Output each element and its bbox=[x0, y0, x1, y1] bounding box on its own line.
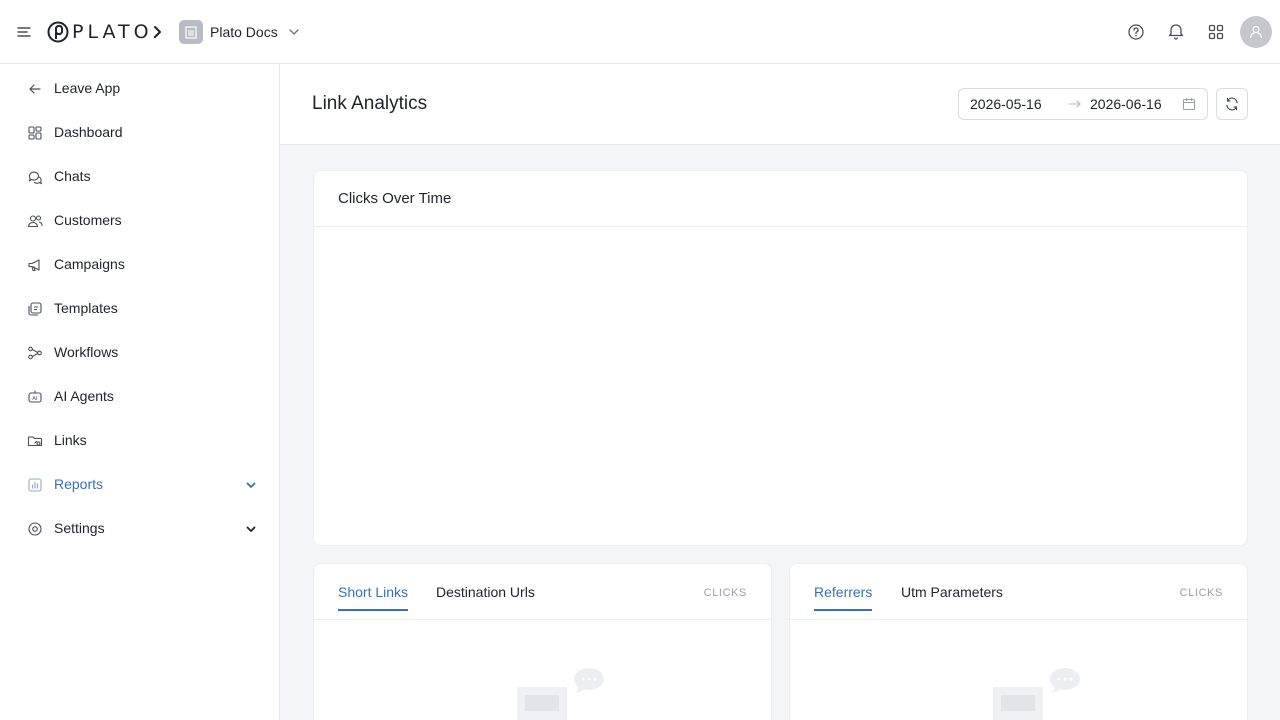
gear-icon bbox=[27, 521, 43, 537]
sidebar-item-label: Settings bbox=[54, 520, 105, 536]
workspace-building-icon bbox=[179, 20, 203, 44]
links-card: Short Links Destination Urls CLICKS bbox=[313, 563, 772, 720]
sidebar-item-workflows[interactable]: Workflows bbox=[0, 330, 279, 374]
page-title: Link Analytics bbox=[312, 93, 428, 114]
column-header-clicks: CLICKS bbox=[703, 587, 747, 599]
tab-destination-urls[interactable]: Destination Urls bbox=[436, 584, 535, 609]
sidebar-item-settings[interactable]: Settings bbox=[0, 506, 279, 550]
referrers-card: Referrers Utm Parameters CLICKS bbox=[789, 563, 1248, 720]
user-icon bbox=[1249, 25, 1263, 39]
date-range-picker[interactable]: 2026-05-16 2026-06-16 bbox=[958, 88, 1208, 120]
sidebar-item-links[interactable]: Links bbox=[0, 418, 279, 462]
tab-utm-parameters[interactable]: Utm Parameters bbox=[901, 584, 1003, 609]
sidebar-item-ai-agents[interactable]: AI AI Agents bbox=[0, 374, 279, 418]
menu-toggle-icon[interactable] bbox=[14, 22, 34, 42]
logo-text: PLATO bbox=[72, 21, 153, 43]
sidebar-item-templates[interactable]: Templates bbox=[0, 286, 279, 330]
sidebar-item-label: Links bbox=[54, 432, 87, 448]
template-icon bbox=[27, 301, 43, 317]
megaphone-icon bbox=[27, 257, 43, 273]
card-title: Clicks Over Time bbox=[338, 190, 452, 207]
ai-agent-icon: AI bbox=[27, 389, 43, 405]
workflow-icon bbox=[27, 345, 43, 361]
chart-area bbox=[314, 227, 1247, 545]
top-bar: PLATO Plato Docs bbox=[0, 0, 1280, 64]
bar-chart-icon bbox=[27, 477, 43, 493]
help-icon[interactable] bbox=[1126, 22, 1146, 42]
refresh-icon bbox=[1226, 97, 1238, 111]
sidebar-item-label: AI Agents bbox=[54, 388, 114, 404]
refresh-button[interactable] bbox=[1216, 88, 1248, 120]
date-end-input[interactable]: 2026-06-16 bbox=[1090, 96, 1162, 112]
date-start-input[interactable]: 2026-05-16 bbox=[970, 96, 1042, 112]
tab-short-links[interactable]: Short Links bbox=[338, 584, 409, 611]
arrow-right-icon bbox=[1068, 99, 1082, 109]
svg-text:AI: AI bbox=[32, 396, 38, 402]
apps-grid-icon[interactable] bbox=[1206, 22, 1226, 42]
calendar-icon[interactable] bbox=[1182, 97, 1196, 111]
empty-state-illustration bbox=[517, 667, 607, 720]
sidebar-item-campaigns[interactable]: Campaigns bbox=[0, 242, 279, 286]
sidebar-item-chats[interactable]: Chats bbox=[0, 154, 279, 198]
chat-icon bbox=[27, 169, 43, 185]
sidebar-item-label: Dashboard bbox=[54, 124, 123, 140]
plato-logo-mark-icon bbox=[47, 21, 69, 43]
divider bbox=[314, 619, 771, 620]
workspace-selector[interactable]: Plato Docs bbox=[179, 20, 300, 44]
chevron-down-icon[interactable] bbox=[245, 479, 257, 491]
chevron-down-icon[interactable] bbox=[245, 523, 257, 535]
arrow-left-icon bbox=[27, 81, 43, 97]
sidebar-item-label: Workflows bbox=[54, 344, 119, 360]
sidebar-item-label: Chats bbox=[54, 168, 91, 184]
empty-state-illustration bbox=[993, 667, 1083, 720]
sidebar-item-label: Reports bbox=[54, 476, 104, 492]
sidebar-item-customers[interactable]: Customers bbox=[0, 198, 279, 242]
sidebar-item-leave-app[interactable]: Leave App bbox=[0, 66, 279, 110]
sidebar-item-label: Customers bbox=[54, 212, 122, 228]
dashboard-icon bbox=[27, 125, 43, 141]
sidebar-item-label: Templates bbox=[54, 300, 118, 316]
workspace-name: Plato Docs bbox=[210, 24, 278, 40]
chevron-down-icon bbox=[288, 26, 300, 38]
divider bbox=[790, 619, 1247, 620]
link-folder-icon bbox=[27, 433, 43, 449]
sidebar-item-dashboard[interactable]: Dashboard bbox=[0, 110, 279, 154]
tab-referrers[interactable]: Referrers bbox=[814, 584, 873, 611]
sidebar: Leave App Dashboard Chats Customers Camp… bbox=[0, 64, 280, 720]
bell-icon[interactable] bbox=[1166, 21, 1186, 41]
plato-logo[interactable]: PLATO bbox=[47, 20, 153, 44]
user-avatar[interactable] bbox=[1240, 16, 1272, 48]
page-header: Link Analytics 2026-05-16 2026-06-16 bbox=[280, 64, 1280, 145]
chevron-right-icon bbox=[152, 24, 164, 40]
column-header-clicks: CLICKS bbox=[1179, 587, 1223, 599]
users-icon bbox=[27, 213, 43, 229]
sidebar-item-label: Campaigns bbox=[54, 256, 125, 272]
sidebar-item-label: Leave App bbox=[54, 80, 121, 96]
sidebar-item-reports[interactable]: Reports bbox=[0, 462, 279, 506]
clicks-over-time-card: Clicks Over Time bbox=[313, 170, 1248, 546]
